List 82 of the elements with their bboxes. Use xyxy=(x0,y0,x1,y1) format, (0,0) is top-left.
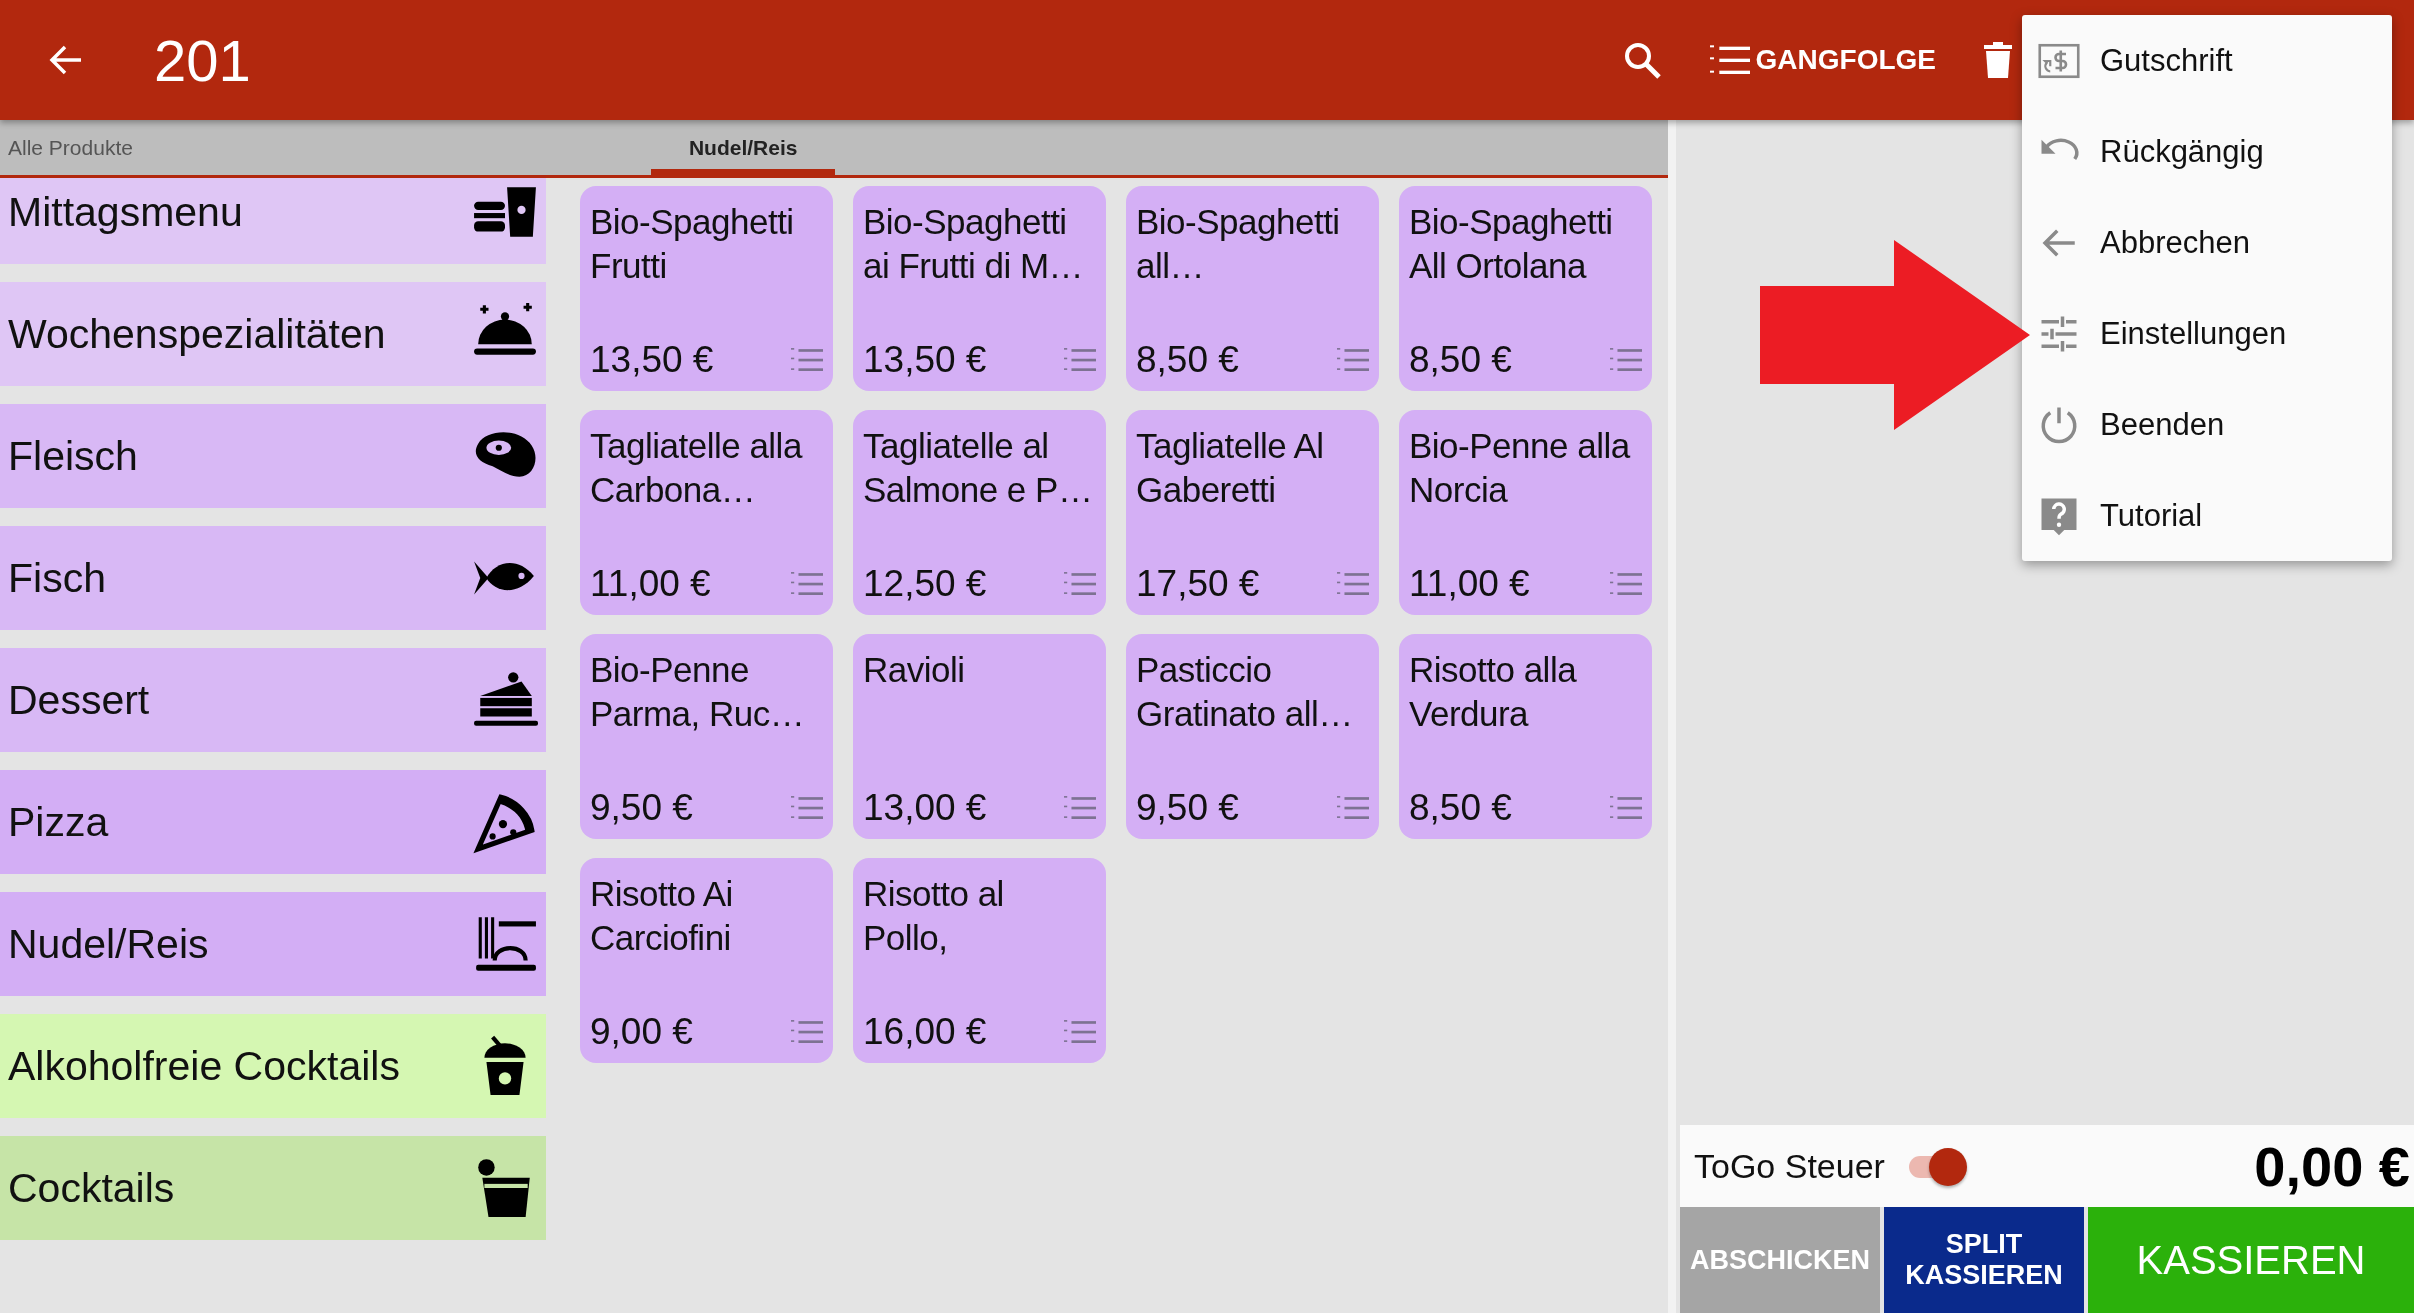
togo-tax-label: ToGo Steuer xyxy=(1694,1146,1885,1186)
product-card[interactable]: Bio-Spaghetti all… 8,50 € xyxy=(1126,186,1379,391)
category-item[interactable]: Fisch xyxy=(0,526,546,630)
delete-button[interactable] xyxy=(1984,42,2012,78)
product-name: Pasticcio Gratinato all… xyxy=(1136,649,1354,735)
product-card[interactable]: Risotto alla Verdura 8,50 € xyxy=(1399,634,1652,839)
product-price: 11,00 € xyxy=(590,563,711,605)
menu-item[interactable]: Beenden xyxy=(2022,379,2392,470)
product-card[interactable]: Bio-Penne Parma, Ruc… 9,50 € xyxy=(580,634,833,839)
category-item[interactable]: Mittagsmenu xyxy=(0,178,546,264)
split-pay-button[interactable]: SPLIT KASSIEREN xyxy=(1884,1207,2084,1313)
product-card[interactable]: Tagliatelle alla Carbona… 11,00 € xyxy=(580,410,833,615)
total-amount: 0,00 € xyxy=(2254,1133,2410,1199)
product-price: 9,50 € xyxy=(1136,787,1239,829)
trash-icon xyxy=(1984,42,2012,78)
product-card[interactable]: Ravioli 13,00 € xyxy=(853,634,1106,839)
product-card[interactable]: Tagliatelle al Salmone e P… 12,50 € xyxy=(853,410,1106,615)
numbered-list-icon xyxy=(791,347,823,373)
product-name: Ravioli xyxy=(863,649,966,691)
product-name: Bio-Spaghetti ai Frutti di M… xyxy=(863,201,1085,287)
product-price: 8,50 € xyxy=(1409,787,1512,829)
product-price: 8,50 € xyxy=(1136,339,1239,381)
category-item[interactable]: Pizza xyxy=(0,770,546,874)
table-number: 201 xyxy=(154,26,251,94)
product-card[interactable]: Tagliatelle Al Gaberetti 17,50 € xyxy=(1126,410,1379,615)
category-item[interactable]: Alkoholfreie Cocktails xyxy=(0,1014,546,1118)
numbered-list-icon xyxy=(1064,795,1096,821)
category-tab[interactable]: Nudel/Reis xyxy=(650,120,836,175)
product-name: Tagliatelle alla Carbona… xyxy=(590,425,804,511)
product-price: 13,50 € xyxy=(863,339,987,381)
product-price: 13,50 € xyxy=(590,339,714,381)
product-name: Risotto Ai Carciofini xyxy=(590,873,734,959)
product-name: Bio-Spaghetti All Ortolana xyxy=(1409,201,1614,287)
numbered-list-icon xyxy=(1610,571,1642,597)
product-name: Bio-Penne Parma, Ruc… xyxy=(590,649,806,735)
product-name: Risotto alla Verdura xyxy=(1409,649,1578,735)
numbered-list-icon xyxy=(791,571,823,597)
product-card[interactable]: Bio-Spaghetti ai Frutti di M… 13,50 € xyxy=(853,186,1106,391)
product-price: 8,50 € xyxy=(1409,339,1512,381)
product-card[interactable]: Bio-Penne alla Norcia 11,00 € xyxy=(1399,410,1652,615)
menu-item[interactable]: Rückgängig xyxy=(2022,106,2392,197)
numbered-list-icon xyxy=(791,795,823,821)
numbered-list-icon xyxy=(1610,795,1642,821)
product-card[interactable]: Pasticcio Gratinato all… 9,50 € xyxy=(1126,634,1379,839)
category-item[interactable]: Fleisch xyxy=(0,404,546,508)
menu-item[interactable]: Einstellungen xyxy=(2022,288,2392,379)
numbered-list-icon xyxy=(1064,571,1096,597)
product-price: 17,50 € xyxy=(1136,563,1260,605)
product-card[interactable]: Bio-Spaghetti All Ortolana 8,50 € xyxy=(1399,186,1652,391)
category-item[interactable]: Wochenspezialitäten xyxy=(0,282,546,386)
product-price: 11,00 € xyxy=(1409,563,1530,605)
category-tab[interactable]: Alle Produkte xyxy=(0,120,141,175)
numbered-list-icon xyxy=(1064,347,1096,373)
numbered-list-icon xyxy=(1337,347,1369,373)
category-item[interactable]: Cocktails xyxy=(0,1136,546,1240)
course-order-button[interactable]: GANGFOLGE xyxy=(1709,44,1936,76)
product-card[interactable]: Bio-Spaghetti Frutti 13,50 € xyxy=(580,186,833,391)
numbered-list-icon xyxy=(1064,1019,1096,1045)
numbered-list-icon xyxy=(1337,571,1369,597)
menu-item[interactable]: Tutorial xyxy=(2022,470,2392,561)
product-price: 9,50 € xyxy=(590,787,693,829)
product-card[interactable]: Risotto al Pollo, 16,00 € xyxy=(853,858,1106,1063)
numbered-list-icon xyxy=(1709,44,1750,76)
product-price: 9,00 € xyxy=(590,1011,693,1053)
category-item[interactable]: Nudel/Reis xyxy=(0,892,546,996)
menu-item[interactable]: Abbrechen xyxy=(2022,197,2392,288)
numbered-list-icon xyxy=(1337,795,1369,821)
numbered-list-icon xyxy=(791,1019,823,1045)
product-name: Risotto al Pollo, xyxy=(863,873,1005,959)
numbered-list-icon xyxy=(1610,347,1642,373)
product-name: Bio-Spaghetti Frutti xyxy=(590,201,795,287)
product-card[interactable]: Risotto Ai Carciofini 9,00 € xyxy=(580,858,833,1063)
product-name: Tagliatelle al Salmone e P… xyxy=(863,425,1094,511)
product-price: 12,50 € xyxy=(863,563,987,605)
product-name: Bio-Spaghetti all… xyxy=(1136,201,1341,287)
product-name: Bio-Penne alla Norcia xyxy=(1409,425,1632,511)
product-price: 13,00 € xyxy=(863,787,987,829)
menu-item[interactable]: Gutschrift xyxy=(2022,15,2392,106)
back-arrow-icon xyxy=(49,43,83,77)
product-price: 16,00 € xyxy=(863,1011,987,1053)
category-item[interactable]: Dessert xyxy=(0,648,546,752)
product-name: Tagliatelle Al Gaberetti xyxy=(1136,425,1325,511)
